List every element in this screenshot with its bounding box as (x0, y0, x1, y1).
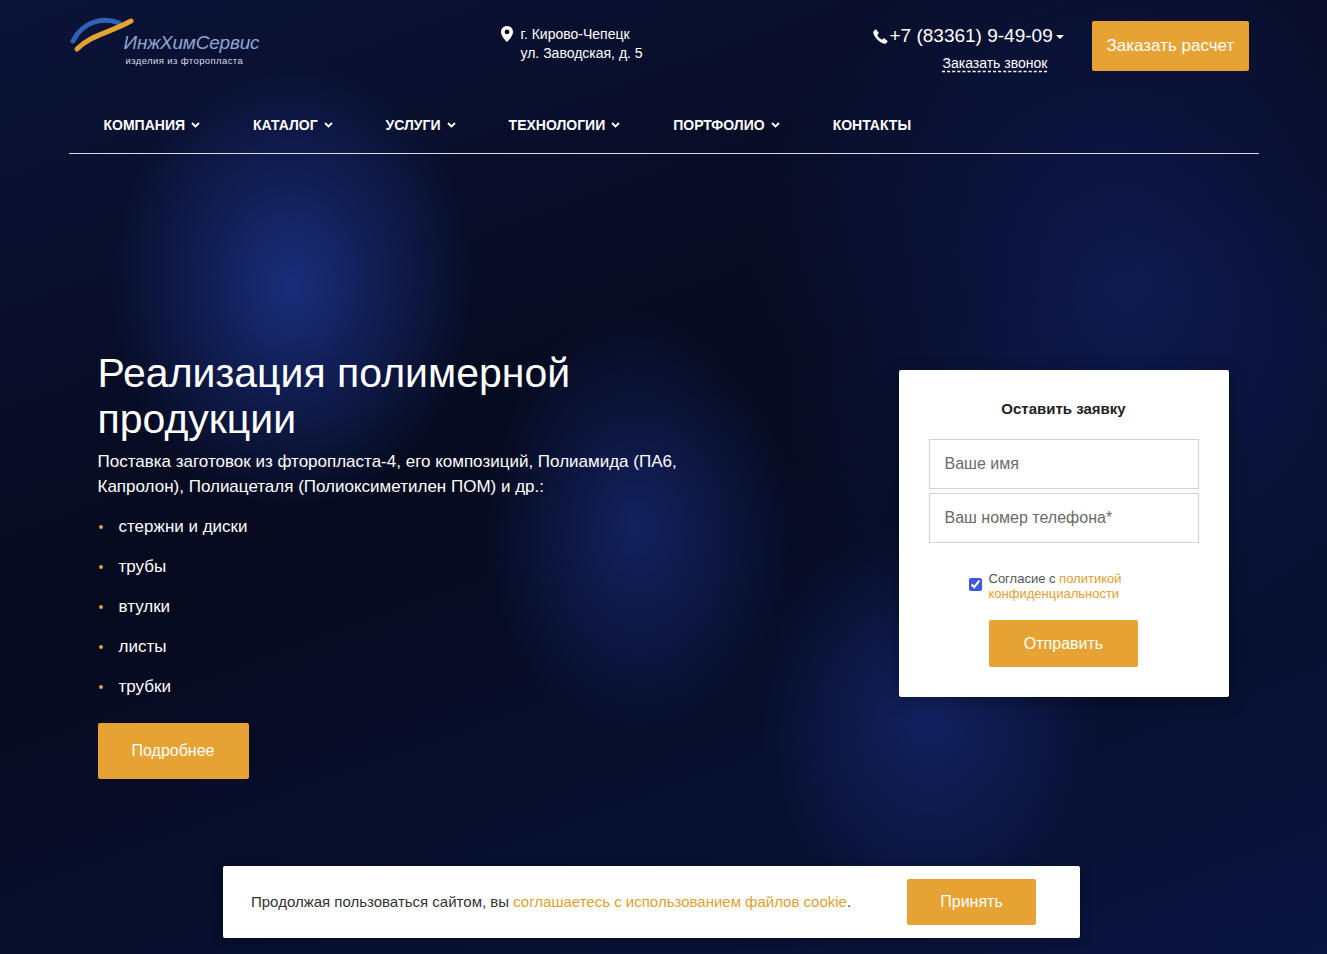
chevron-down-icon (191, 122, 200, 128)
consent[interactable]: Согласие с политикой конфиденциальности (929, 571, 1199, 601)
cookie-notice: Продолжая пользоваться сайтом, вы соглаш… (251, 891, 851, 914)
menu-item[interactable]: УСЛУГИ (386, 117, 456, 134)
phone-block: +7 (83361) 9-49-09Заказать звонок (873, 15, 1092, 75)
order-calculation-button[interactable]: Заказать расчет (1092, 21, 1250, 71)
chevron-down-icon (324, 122, 333, 128)
dropdown-caret-icon[interactable] (1056, 35, 1064, 39)
submit-row: Отправить (929, 620, 1199, 667)
hero: Реализация полимерной продукции Поставка … (69, 154, 1259, 780)
address-city: г. Кирово-Чепецк (521, 25, 643, 44)
product-list: стержни и диски трубы втулки листы трубки (98, 517, 738, 697)
header-top: ИнжХимСервисизделия из фторопласта г. Кир… (69, 0, 1259, 75)
chevron-down-icon (447, 122, 456, 128)
submit-button[interactable]: Отправить (989, 620, 1138, 667)
menu-item-label: ПОРТФОЛИО (673, 117, 764, 134)
accept-cookies-button[interactable]: Принять (907, 879, 1036, 925)
address-text: г. Кирово-Чепецкул. Заводская, д. 5 (521, 25, 643, 63)
consent-text: Согласие с (989, 571, 1060, 586)
menu-item[interactable]: ПОРТФОЛИО (673, 117, 779, 134)
cookie-text-end: . (847, 893, 851, 910)
phone-number[interactable]: +7 (83361) 9-49-09 (890, 22, 1053, 51)
menu-item[interactable]: КОНТАКТЫ (833, 117, 911, 134)
menu-item-label: УСЛУГИ (386, 117, 441, 134)
name-input[interactable] (929, 439, 1199, 489)
product-item: листы (98, 637, 738, 657)
product-item: втулки (98, 597, 738, 617)
hero-text: Реализация полимерной продукции Поставка … (98, 350, 738, 780)
menu-item[interactable]: КОМПАНИЯ (104, 117, 201, 134)
product-item: трубки (98, 677, 738, 697)
menu-item[interactable]: ТЕХНОЛОГИИ (509, 117, 621, 134)
more-button[interactable]: Подробнее (98, 723, 249, 779)
phone-handset-icon (873, 29, 888, 44)
logo[interactable]: ИнжХимСервисизделия из фторопласта (69, 15, 501, 71)
menu-item-label: КАТАЛОГ (253, 117, 318, 134)
request-form: Оставить заявку Согласие с политикой конф… (899, 370, 1229, 698)
hero-subtitle: Поставка заготовок из фторопласта-4, его… (98, 450, 723, 499)
hero-title: Реализация полимерной продукции (98, 350, 658, 443)
menu-item-label: КОНТАКТЫ (833, 117, 911, 134)
address-street: ул. Заводская, д. 5 (521, 44, 643, 63)
chevron-down-icon (771, 122, 780, 128)
logo-mark: ИнжХимСервисизделия из фторопласта (69, 15, 260, 68)
cookie-policy-link[interactable]: соглашаетесь с использованием файлов coo… (513, 893, 847, 910)
product-item: стержни и диски (98, 517, 738, 537)
product-item: трубы (98, 557, 738, 577)
consent-checkbox[interactable] (969, 578, 982, 591)
main-menu: КОМПАНИЯ КАТАЛОГ УСЛУГИ ТЕХНОЛОГИИ ПОРТФОЛИО… (69, 75, 1259, 154)
logo-tagline: изделия из фторопласта (71, 54, 260, 68)
address: г. Кирово-Чепецкул. Заводская, д. 5 (501, 15, 873, 63)
phone-input[interactable] (929, 493, 1199, 543)
swoosh-logo-icon (69, 15, 135, 55)
phone-line[interactable]: +7 (83361) 9-49-09 (873, 22, 1092, 51)
header: ИнжХимСервисизделия из фторопласта г. Кир… (69, 0, 1259, 154)
location-pin-icon (501, 26, 513, 42)
callback-link[interactable]: Заказать звонок (943, 53, 1048, 74)
form-title: Оставить заявку (929, 398, 1199, 421)
cookie-bar: Продолжая пользоваться сайтом, вы соглаш… (223, 866, 1080, 938)
page-background: ИнжХимСервисизделия из фторопласта г. Кир… (0, 0, 1327, 954)
menu-item[interactable]: КАТАЛОГ (253, 117, 333, 134)
menu-item-label: КОМПАНИЯ (104, 117, 186, 134)
menu-item-label: ТЕХНОЛОГИИ (509, 117, 606, 134)
cookie-text: Продолжая пользоваться сайтом, вы (251, 893, 513, 910)
consent-text-block: Согласие с политикой конфиденциальности (989, 571, 1199, 601)
chevron-down-icon (611, 122, 620, 128)
